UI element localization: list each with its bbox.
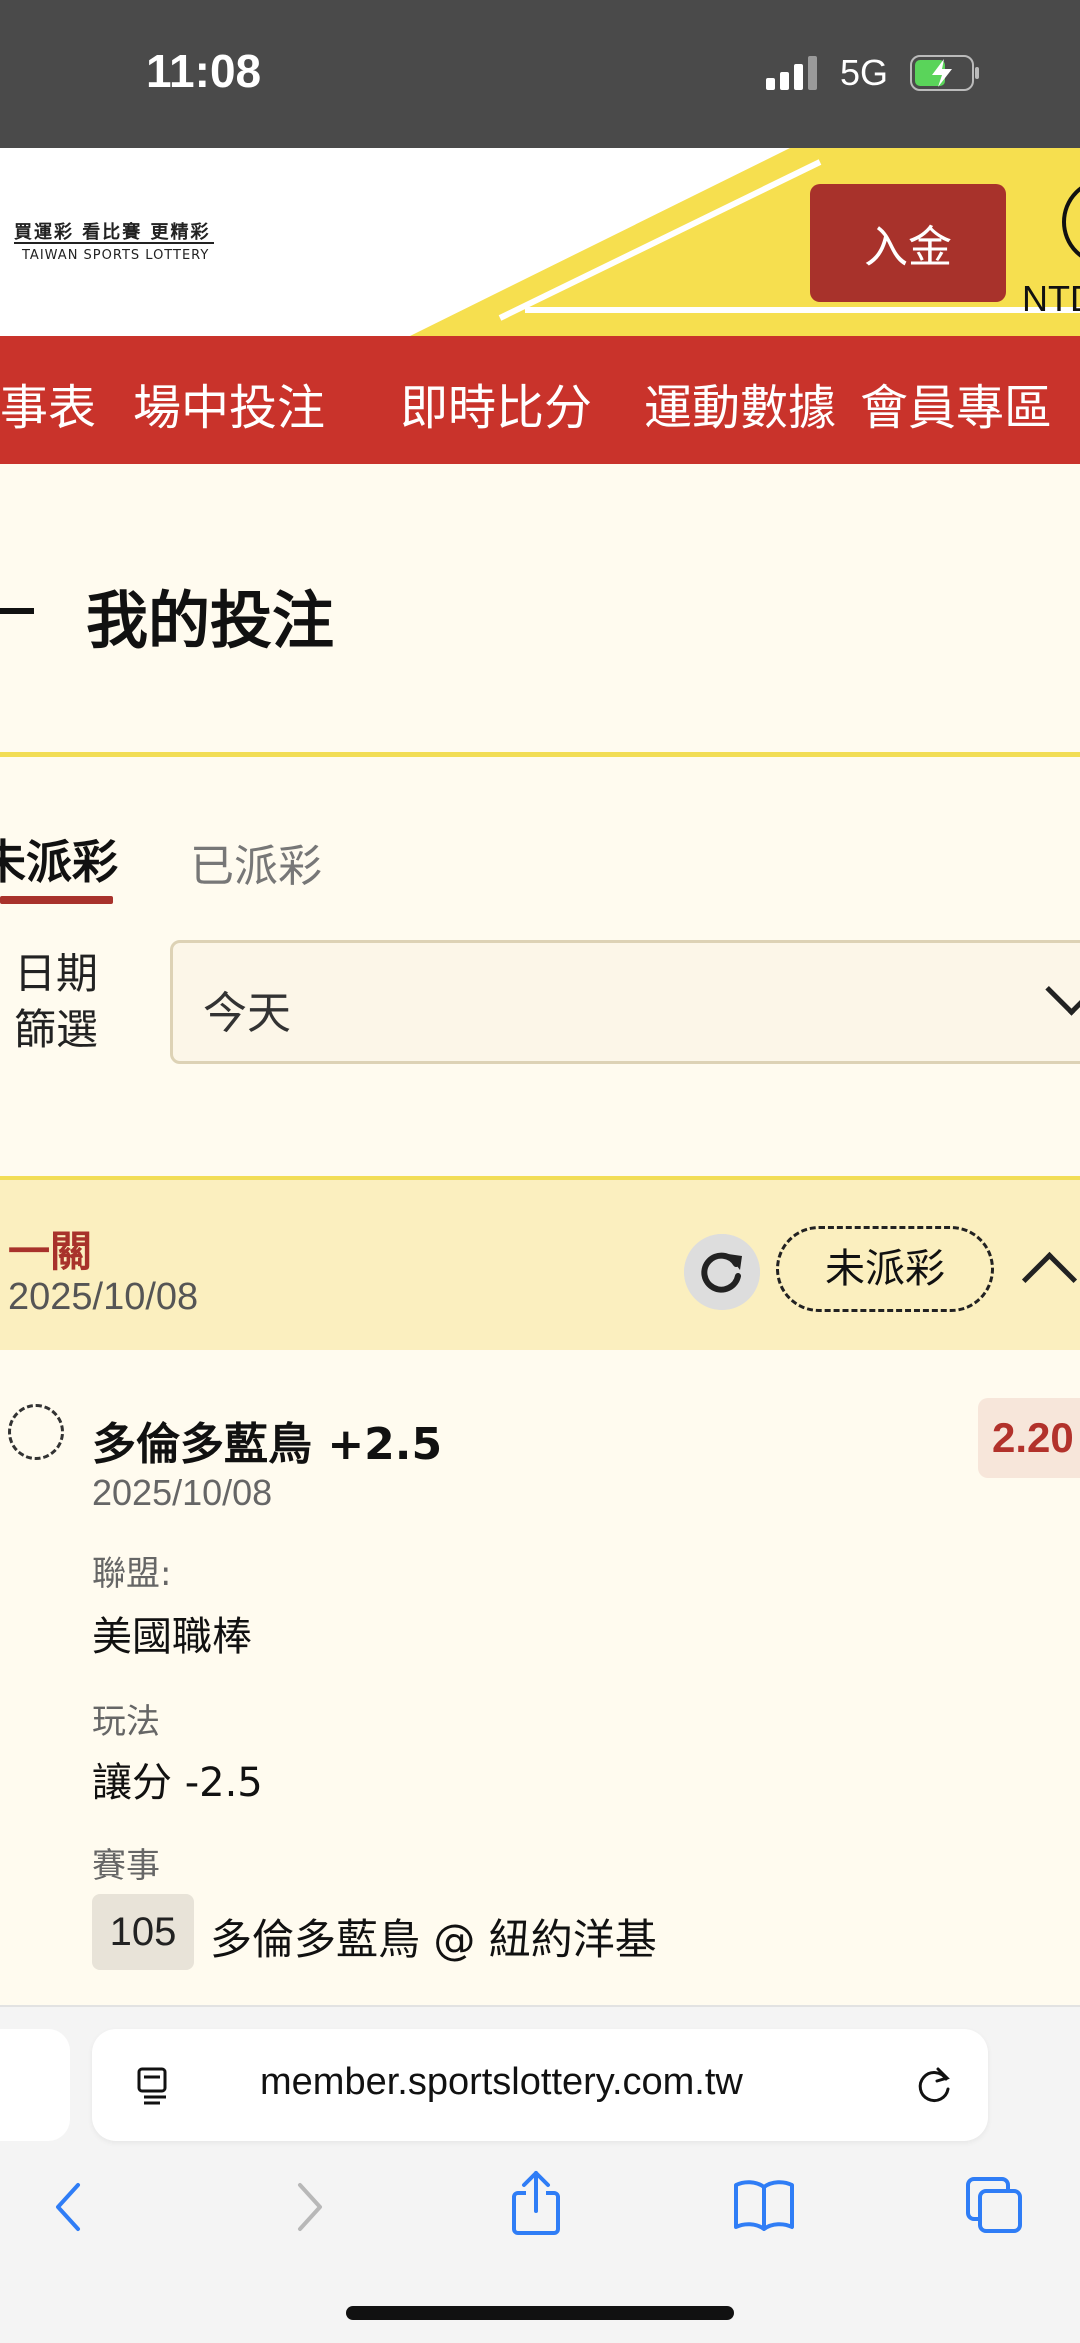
title-divider [0,752,1080,757]
deposit-button[interactable]: 入金 [810,184,1006,302]
nav-item-schedule[interactable]: 賽事表 [0,368,96,438]
tab-active-indicator [0,896,113,904]
back-icon[interactable] [50,2177,90,2237]
signal-icon [766,56,822,90]
match-name: 多倫多藍鳥 @ 紐約洋基 [210,1915,657,1964]
main-nav: 賽事表 場中投注 即時比分 運動數據 會員專區 [0,336,1080,464]
battery-charging-icon [910,55,979,91]
league-label: 聯盟: [92,1554,172,1594]
chevron-up-icon[interactable] [1021,1251,1078,1308]
selection-status-icon [8,1404,64,1460]
reload-icon[interactable] [912,2063,956,2107]
selection-name: 多倫多藍鳥 +2.5 [92,1419,443,1470]
tabs-icon[interactable] [964,2175,1024,2235]
tab-paid[interactable]: 已派彩 [190,830,322,894]
site-header: 買運彩 看比賽 更精彩 TAIWAN SPORTS LOTTERY 入金 NTD [0,148,1080,336]
chevron-down-icon [1045,963,1080,1016]
nav-item-member-area[interactable]: 會員專區 [860,368,1052,438]
nav-item-live-scores[interactable]: 即時比分 [400,368,592,438]
status-bar: 11:08 5G [0,0,1080,148]
play-label: 玩法 [92,1702,160,1742]
bet-card-header[interactable]: 一關 2025/10/08 未派彩 [0,1180,1080,1350]
odds-badge: 2.20 [978,1398,1080,1478]
previous-tab-preview[interactable] [0,2029,70,2141]
browser-toolbar: member.sportslottery.com.tw [0,2005,1080,2343]
selection-date: 2025/10/08 [92,1472,273,1513]
logo-text: TAIWAN SPORTS LOTTERY [22,248,210,263]
play-value: 讓分 -2.5 [92,1760,263,1806]
bet-date: 2025/10/08 [8,1276,199,1318]
forward-icon[interactable] [290,2177,330,2237]
date-filter-select[interactable]: 今天 [170,940,1080,1064]
date-filter-label-line2: 篩選 [14,1005,99,1054]
share-icon[interactable] [508,2169,564,2239]
address-bar[interactable]: member.sportslottery.com.tw [92,2029,988,2141]
currency-label: NTD [1022,278,1080,319]
status-time: 11:08 [146,45,262,97]
logo-divider [14,242,214,244]
page-menu-icon[interactable] [136,2065,176,2105]
network-type: 5G [840,52,889,93]
date-filter-value: 今天 [203,988,291,1039]
bookmarks-icon[interactable] [732,2177,796,2233]
url-text: member.sportslottery.com.tw [260,2061,743,2103]
nav-item-sports-data[interactable]: 運動數據 [644,368,836,438]
title-marker [0,608,34,614]
logo-slogan: 買運彩 看比賽 更精彩 [14,222,211,243]
refresh-icon[interactable] [684,1234,760,1310]
page-title: 我的投注 [86,584,335,657]
tab-unpaid[interactable]: 未派彩 [0,826,118,892]
bet-type: 一關 [8,1227,93,1276]
home-indicator [346,2306,734,2320]
nav-item-live-betting[interactable]: 場中投注 [133,368,325,438]
match-label: 賽事 [92,1846,160,1886]
date-filter-label-line1: 日期 [14,949,99,998]
match-number: 105 [92,1894,194,1970]
bet-card-body: 多倫多藍鳥 +2.5 2025/10/08 2.20 聯盟: 美國職棒 玩法 讓… [0,1350,1080,2005]
league-value: 美國職棒 [92,1614,252,1660]
status-badge: 未派彩 [776,1226,994,1312]
date-filter-label: 日期 篩選 [14,946,98,1058]
